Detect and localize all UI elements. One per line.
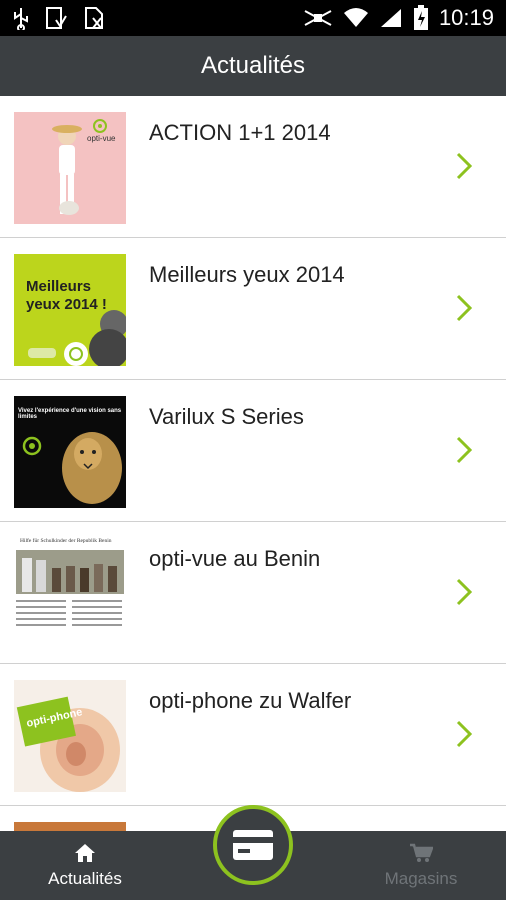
thumbnail-image: opti-phone xyxy=(14,680,126,792)
thumbnail-headline: Meilleurs yeux 2014 ! xyxy=(26,278,107,313)
thumbnail-tagline: Vivez l'expérience d'une vision sans lim… xyxy=(18,408,122,420)
mute-icon xyxy=(304,10,332,26)
download-icon xyxy=(46,7,67,29)
usb-icon xyxy=(14,8,28,30)
nav-stores[interactable]: Magasins xyxy=(336,831,506,900)
app-bar: Actualités xyxy=(0,36,506,96)
thumbnail-image: opti-vue xyxy=(14,112,126,224)
cart-icon xyxy=(410,843,433,862)
thumbnail-headline: Hilfe für Schulkinder der Republik Benin xyxy=(20,538,112,544)
news-item-title: Meilleurs yeux 2014 xyxy=(149,262,345,287)
news-item-title: opti-phone zu Walfer xyxy=(149,688,352,713)
nav-news[interactable]: Actualités xyxy=(0,831,170,900)
status-bar: 10:19 xyxy=(0,0,506,36)
list-item[interactable]: opti-phone opti-phone zu Walfer xyxy=(0,664,506,806)
thumbnail-image: Hilfe für Schulkinder der Republik Benin xyxy=(14,538,126,650)
chevron-right-icon xyxy=(456,720,472,748)
list-item[interactable]: Vivez l'expérience d'une vision sans lim… xyxy=(0,380,506,522)
news-item-title: opti-vue au Benin xyxy=(149,546,321,571)
chevron-right-icon xyxy=(456,152,472,180)
credit-card-icon xyxy=(233,830,273,860)
list-item[interactable]: Meilleurs yeux 2014 ! Meilleurs yeux 201… xyxy=(0,238,506,380)
chevron-right-icon xyxy=(456,436,472,464)
news-item-title: ACTION 1+1 2014 xyxy=(149,120,331,145)
home-icon xyxy=(75,843,95,862)
page-title: Actualités xyxy=(200,52,306,79)
news-item-title: Varilux S Series xyxy=(149,404,304,429)
wifi-icon xyxy=(343,8,368,27)
thumbnail-image xyxy=(14,822,126,831)
list-item[interactable]: opti-vue ACTION 1+1 2014 xyxy=(0,96,506,238)
news-list[interactable]: opti-vue ACTION 1+1 2014 Meilleurs yeux … xyxy=(0,96,506,831)
battery-icon xyxy=(413,5,428,30)
no-sim-icon xyxy=(85,7,103,29)
thumbnail-image: Vivez l'expérience d'une vision sans lim… xyxy=(14,396,126,508)
nav-news-label: Actualités xyxy=(48,868,122,888)
clock: 10:19 xyxy=(438,5,494,30)
loyalty-card-button[interactable] xyxy=(213,805,293,885)
list-item[interactable]: Hilfe für Schulkinder der Republik Benin… xyxy=(0,522,506,664)
chevron-right-icon xyxy=(456,578,472,606)
signal-icon xyxy=(380,9,401,27)
chevron-right-icon xyxy=(456,294,472,322)
nav-stores-label: Magasins xyxy=(384,868,458,888)
thumbnail-image: Meilleurs yeux 2014 ! xyxy=(14,254,126,366)
thumbnail-brand-text: opti-vue xyxy=(87,134,116,143)
